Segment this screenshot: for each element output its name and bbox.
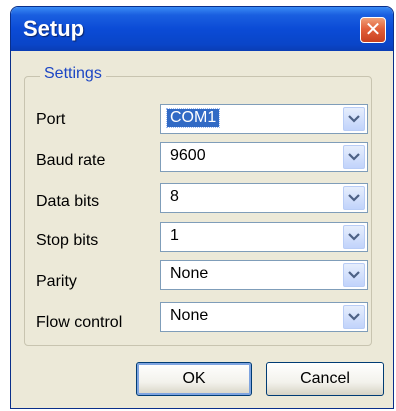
chevron-down-icon xyxy=(348,115,360,123)
close-button[interactable]: ✕ xyxy=(360,17,386,43)
parity-value: None xyxy=(170,265,209,282)
flow-control-dropdown-button[interactable] xyxy=(343,305,365,329)
chevron-down-icon xyxy=(348,271,360,279)
stop-bits-label: Stop bits xyxy=(36,232,99,249)
baud-rate-label: Baud rate xyxy=(36,152,106,169)
stop-bits-select[interactable]: 1 xyxy=(160,222,368,252)
data-bits-dropdown-button[interactable] xyxy=(343,186,365,210)
flow-control-value: None xyxy=(170,307,209,324)
parity-label: Parity xyxy=(36,273,77,290)
window-title: Setup xyxy=(23,16,85,41)
close-icon: ✕ xyxy=(364,19,382,41)
stop-bits-dropdown-button[interactable] xyxy=(343,225,365,249)
title-bar[interactable]: Setup ✕ xyxy=(11,7,393,51)
port-select[interactable]: COM1 xyxy=(160,104,368,134)
data-bits-label: Data bits xyxy=(36,193,100,210)
baud-rate-dropdown-button[interactable] xyxy=(343,145,365,169)
flow-control-label: Flow control xyxy=(36,314,123,331)
parity-select[interactable]: None xyxy=(160,260,368,290)
chevron-down-icon xyxy=(348,194,360,202)
data-bits-value: 8 xyxy=(170,188,179,205)
parity-dropdown-button[interactable] xyxy=(343,263,365,287)
port-dropdown-button[interactable] xyxy=(343,107,365,131)
cancel-button[interactable]: Cancel xyxy=(266,362,384,396)
baud-rate-value: 9600 xyxy=(170,147,206,164)
settings-group-label: Settings xyxy=(40,65,106,83)
port-label: Port xyxy=(36,111,66,128)
baud-rate-select[interactable]: 9600 xyxy=(160,142,368,172)
port-value: COM1 xyxy=(165,108,221,128)
chevron-down-icon xyxy=(348,233,360,241)
ok-button[interactable]: OK xyxy=(136,362,252,396)
chevron-down-icon xyxy=(348,153,360,161)
stop-bits-value: 1 xyxy=(170,227,179,244)
data-bits-select[interactable]: 8 xyxy=(160,183,368,213)
flow-control-select[interactable]: None xyxy=(160,302,368,332)
chevron-down-icon xyxy=(348,313,360,321)
